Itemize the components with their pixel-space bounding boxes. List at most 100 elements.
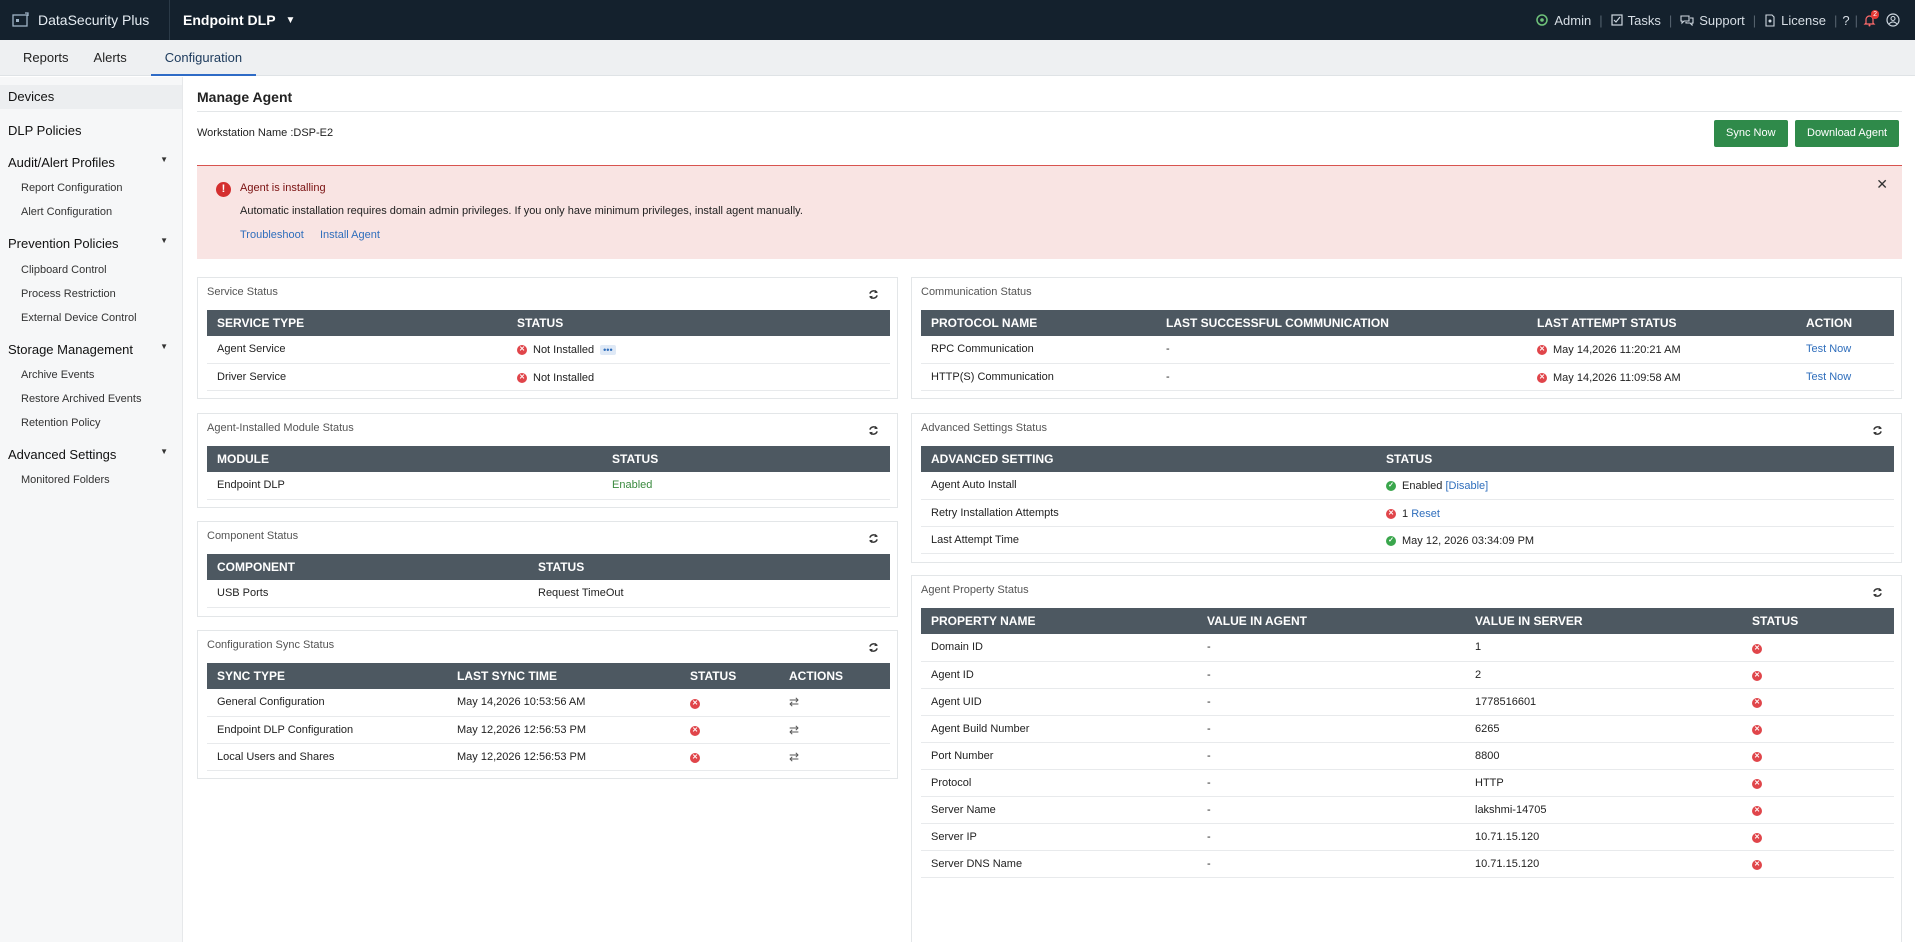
test-now-link[interactable]: Test Now bbox=[1806, 343, 1851, 355]
column-header: VALUE IN AGENT bbox=[1197, 608, 1465, 634]
license-link[interactable]: License bbox=[1756, 13, 1834, 28]
status-cell: ✕ bbox=[680, 743, 779, 771]
sidebar-item-process-restriction[interactable]: Process Restriction bbox=[21, 288, 116, 300]
sync-arrows-icon[interactable]: ⇄ bbox=[789, 723, 799, 737]
property-name-cell: Agent UID bbox=[921, 688, 1197, 716]
tab-alerts[interactable]: Alerts bbox=[86, 40, 144, 76]
group-label: Audit/Alert Profiles bbox=[8, 155, 115, 170]
download-agent-button[interactable]: Download Agent bbox=[1795, 120, 1900, 147]
help-icon[interactable]: ? bbox=[1837, 13, 1854, 28]
status-cell: Request TimeOut bbox=[528, 580, 890, 608]
troubleshoot-link[interactable]: Troubleshoot bbox=[240, 229, 304, 241]
reset-link[interactable]: Reset bbox=[1411, 508, 1440, 520]
error-circle-icon: ✕ bbox=[1752, 752, 1762, 762]
table-row: Endpoint DLP Configuration May 12,2026 1… bbox=[207, 716, 890, 744]
panel-title: Component Status bbox=[207, 530, 299, 542]
refresh-icon[interactable] bbox=[868, 289, 879, 300]
column-header: SYNC TYPE bbox=[207, 663, 447, 689]
admin-link[interactable]: Admin bbox=[1527, 13, 1599, 28]
sidebar-item-monitored-folders[interactable]: Monitored Folders bbox=[21, 474, 110, 486]
sidebar-group-prevention-policies[interactable]: Prevention Policies ▼ bbox=[8, 236, 176, 251]
table-row: Retry Installation Attempts ✕ 1 Reset bbox=[921, 499, 1894, 527]
disable-link[interactable]: [Disable] bbox=[1445, 480, 1488, 492]
chevron-down-icon: ▼ bbox=[285, 14, 296, 26]
error-circle-icon: ✕ bbox=[1752, 725, 1762, 735]
admin-gear-icon bbox=[1536, 14, 1549, 26]
refresh-icon[interactable] bbox=[1872, 587, 1883, 598]
table-header-row: COMPONENT STATUS bbox=[207, 554, 890, 580]
service-type-cell: Driver Service bbox=[207, 363, 507, 391]
protocol-cell: HTTP(S) Communication bbox=[921, 363, 1156, 391]
module-cell: Endpoint DLP bbox=[207, 472, 602, 500]
notifications-bell-icon[interactable]: 2 bbox=[1858, 9, 1881, 27]
product-switcher[interactable]: Endpoint DLP ▼ bbox=[170, 12, 295, 28]
sync-arrows-icon[interactable]: ⇄ bbox=[789, 750, 799, 764]
error-circle-icon: ✕ bbox=[1752, 806, 1762, 816]
component-status-table: COMPONENT STATUS USB Ports Request TimeO… bbox=[207, 554, 890, 608]
group-label: Advanced Settings bbox=[8, 447, 117, 462]
sync-now-button[interactable]: Sync Now bbox=[1714, 120, 1788, 147]
install-agent-link[interactable]: Install Agent bbox=[320, 229, 380, 241]
sync-arrows-icon[interactable]: ⇄ bbox=[789, 695, 799, 709]
column-header: MODULE bbox=[207, 446, 602, 472]
column-header: STATUS bbox=[1376, 446, 1894, 472]
actions-cell: ⇄ bbox=[779, 689, 890, 717]
error-circle-icon: ✕ bbox=[1752, 833, 1762, 843]
sidebar-item-archive-events[interactable]: Archive Events bbox=[21, 369, 94, 381]
table-header-row: SERVICE TYPE STATUS bbox=[207, 310, 890, 336]
support-link[interactable]: Support bbox=[1672, 13, 1753, 28]
sidebar-item-alert-configuration[interactable]: Alert Configuration bbox=[21, 206, 112, 218]
table-row: Driver Service ✕ Not Installed bbox=[207, 363, 890, 391]
close-icon[interactable]: ✕ bbox=[1876, 176, 1888, 193]
sidebar-group-storage-management[interactable]: Storage Management ▼ bbox=[8, 342, 176, 357]
tab-reports[interactable]: Reports bbox=[0, 40, 86, 76]
brand[interactable]: DataSecurity Plus bbox=[0, 0, 170, 40]
sidebar-item-dlp-policies[interactable]: DLP Policies bbox=[8, 123, 81, 138]
module-status-panel: Agent-Installed Module Status MODULE STA… bbox=[197, 413, 898, 508]
agent-value-cell: - bbox=[1197, 742, 1465, 770]
table-row: RPC Communication - ✕ May 14,2026 11:20:2… bbox=[921, 336, 1894, 364]
tasks-link[interactable]: Tasks bbox=[1603, 13, 1669, 28]
refresh-icon[interactable] bbox=[868, 425, 879, 436]
sync-type-cell: General Configuration bbox=[207, 689, 447, 717]
table-row: Server Name - lakshmi-14705 ✕ bbox=[921, 796, 1894, 824]
more-options-icon[interactable]: ••• bbox=[600, 345, 616, 356]
error-circle-icon: ✕ bbox=[1752, 860, 1762, 870]
sidebar-item-report-configuration[interactable]: Report Configuration bbox=[21, 182, 123, 194]
sidebar-item-devices[interactable]: Devices bbox=[0, 85, 182, 109]
check-circle-icon: ✓ bbox=[1386, 535, 1396, 546]
agent-value-cell: - bbox=[1197, 715, 1465, 743]
tab-configuration[interactable]: Configuration bbox=[150, 40, 257, 76]
status-text: Enabled bbox=[1402, 480, 1443, 493]
status-cell: ✕ bbox=[1742, 796, 1894, 824]
chevron-down-icon: ▼ bbox=[160, 155, 168, 164]
chevron-down-icon: ▼ bbox=[160, 447, 168, 456]
status-text: 1 bbox=[1402, 507, 1409, 520]
column-header: VALUE IN SERVER bbox=[1465, 608, 1742, 634]
communication-table: PROTOCOL NAME LAST SUCCESSFUL COMMUNICAT… bbox=[921, 310, 1894, 391]
refresh-icon[interactable] bbox=[1872, 425, 1883, 436]
refresh-icon[interactable] bbox=[868, 642, 879, 653]
last-sync-time-cell: May 12,2026 12:56:53 PM bbox=[447, 716, 680, 744]
status-cell: ✕ bbox=[1742, 823, 1894, 851]
sidebar-item-retention-policy[interactable]: Retention Policy bbox=[21, 417, 101, 429]
column-header: ACTIONS bbox=[779, 663, 890, 689]
sidebar-group-audit-alert-profiles[interactable]: Audit/Alert Profiles ▼ bbox=[8, 155, 176, 170]
refresh-icon[interactable] bbox=[868, 533, 879, 544]
table-header-row: PROPERTY NAME VALUE IN AGENT VALUE IN SE… bbox=[921, 608, 1894, 634]
error-circle-icon: ✕ bbox=[1386, 508, 1396, 519]
tasks-icon bbox=[1611, 14, 1623, 26]
panel-title: Agent-Installed Module Status bbox=[207, 422, 354, 434]
sidebar-item-external-device-control[interactable]: External Device Control bbox=[21, 312, 137, 324]
sidebar-item-clipboard-control[interactable]: Clipboard Control bbox=[21, 264, 107, 276]
sidebar-group-advanced-settings[interactable]: Advanced Settings ▼ bbox=[8, 447, 176, 462]
test-now-link[interactable]: Test Now bbox=[1806, 371, 1851, 383]
user-avatar-icon[interactable] bbox=[1881, 13, 1905, 27]
panel-title: Advanced Settings Status bbox=[921, 422, 1047, 434]
main-tabs: Reports Alerts Configuration bbox=[0, 40, 1915, 76]
error-circle-icon: ✕ bbox=[517, 372, 527, 383]
sidebar-item-restore-archived-events[interactable]: Restore Archived Events bbox=[21, 393, 141, 405]
table-row: Server DNS Name - 10.71.15.120 ✕ bbox=[921, 850, 1894, 878]
column-header: LAST ATTEMPT STATUS bbox=[1527, 310, 1796, 336]
chevron-down-icon: ▼ bbox=[160, 342, 168, 351]
